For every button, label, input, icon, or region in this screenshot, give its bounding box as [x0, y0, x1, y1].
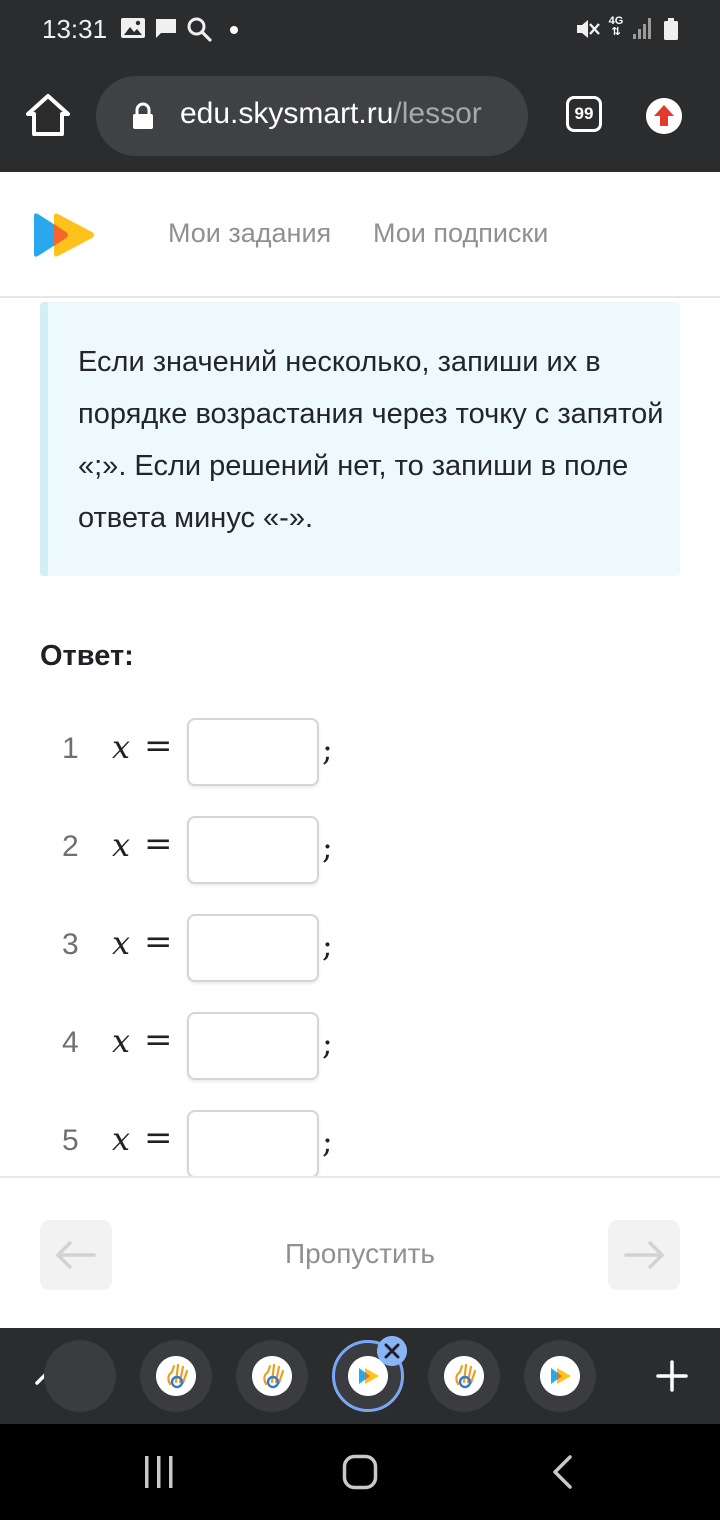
- battery-icon: [664, 18, 678, 40]
- browser-toolbar: edu.skysmart.ru/lessor 99: [0, 60, 720, 172]
- skysmart-logo[interactable]: [32, 212, 98, 258]
- tabs-button[interactable]: 99: [566, 96, 602, 132]
- url-domain: edu.skysmart.ru: [180, 97, 394, 130]
- equals-sign: =: [144, 726, 173, 766]
- row-number: 3: [62, 928, 79, 961]
- row-number: 4: [62, 1026, 79, 1059]
- system-navigation-bar: [0, 1424, 720, 1520]
- notification-dot: [230, 26, 238, 34]
- previous-button[interactable]: [40, 1220, 112, 1290]
- answer-row-1: 1 x = ;: [0, 718, 720, 786]
- network-label: 4G: [608, 15, 624, 27]
- url-path: /lessor: [393, 97, 482, 130]
- answer-row-2: 2 x = ;: [0, 816, 720, 884]
- upload-icon[interactable]: [646, 98, 682, 134]
- network-4g-icon: 4G ⇅: [608, 15, 624, 38]
- screen: 13:31 4G ⇅ edu.skysmart.ru/lessor 99 Мои…: [0, 0, 720, 1520]
- next-button[interactable]: [608, 1220, 680, 1290]
- separator: ;: [322, 828, 333, 866]
- variable-x: x: [112, 924, 131, 962]
- dnevnik-icon: [444, 1356, 484, 1396]
- row-number: 2: [62, 830, 79, 863]
- variable-x: x: [112, 1120, 131, 1158]
- tab-thumbnail[interactable]: [236, 1340, 308, 1412]
- hint-box: Если значений несколько, запиши их в пор…: [40, 302, 680, 576]
- nav-my-tasks[interactable]: Мои задания: [168, 218, 331, 249]
- variable-x: x: [112, 728, 131, 766]
- dnevnik-icon: [252, 1356, 292, 1396]
- back-icon[interactable]: [550, 1454, 574, 1490]
- equals-sign: =: [144, 1118, 173, 1158]
- gallery-icon: [121, 18, 145, 38]
- close-tab-icon[interactable]: [377, 1336, 407, 1366]
- hint-text: Если значений несколько, запиши их в пор…: [78, 346, 664, 534]
- mute-icon: [577, 20, 600, 38]
- equals-sign: =: [144, 824, 173, 864]
- variable-x: x: [112, 1022, 131, 1060]
- separator: ;: [322, 926, 333, 964]
- recent-apps-icon[interactable]: [142, 1454, 176, 1490]
- variable-x: x: [112, 826, 131, 864]
- lock-icon: [133, 102, 153, 129]
- separator: ;: [322, 730, 333, 768]
- arrow-left-icon: [56, 1241, 96, 1269]
- skysmart-icon: [540, 1356, 580, 1396]
- plus-icon[interactable]: [654, 1358, 690, 1394]
- search-icon: [187, 17, 212, 42]
- status-bar: 13:31 4G ⇅: [0, 0, 720, 60]
- system-home-icon[interactable]: [342, 1454, 378, 1490]
- home-icon[interactable]: [24, 92, 72, 138]
- signal-icon: [633, 18, 651, 39]
- answer-input-2[interactable]: [187, 816, 319, 884]
- tab-strip: [0, 1328, 720, 1424]
- answer-row-3: 3 x = ;: [0, 914, 720, 982]
- answer-row-4: 4 x = ;: [0, 1012, 720, 1080]
- arrow-right-icon: [624, 1241, 664, 1269]
- status-time: 13:31: [42, 14, 108, 44]
- nav-my-subscriptions[interactable]: Мои подписки: [373, 218, 548, 249]
- row-number: 5: [62, 1124, 79, 1157]
- tab-thumbnail[interactable]: [524, 1340, 596, 1412]
- equals-sign: =: [144, 1020, 173, 1060]
- answer-input-3[interactable]: [187, 914, 319, 982]
- tab-thumbnail[interactable]: [44, 1340, 116, 1412]
- equals-sign: =: [144, 922, 173, 962]
- answer-input-1[interactable]: [187, 718, 319, 786]
- tab-thumbnail[interactable]: [140, 1340, 212, 1412]
- row-number: 1: [62, 732, 79, 765]
- tab-thumbnail[interactable]: [428, 1340, 500, 1412]
- dnevnik-icon: [156, 1356, 196, 1396]
- chat-icon: [156, 19, 176, 38]
- answer-label: Ответ:: [40, 640, 134, 672]
- answer-input-5[interactable]: [187, 1110, 319, 1178]
- address-bar[interactable]: edu.skysmart.ru/lessor: [96, 76, 528, 156]
- url-text: edu.skysmart.ru/lessor: [180, 97, 510, 131]
- site-header: Мои задания Мои подписки: [0, 172, 720, 298]
- answer-input-4[interactable]: [187, 1012, 319, 1080]
- lesson-footer: Пропустить: [0, 1176, 720, 1328]
- separator: ;: [322, 1122, 333, 1160]
- skip-button[interactable]: Пропустить: [240, 1238, 480, 1270]
- separator: ;: [322, 1024, 333, 1062]
- answer-row-5: 5 x = ;: [0, 1110, 720, 1178]
